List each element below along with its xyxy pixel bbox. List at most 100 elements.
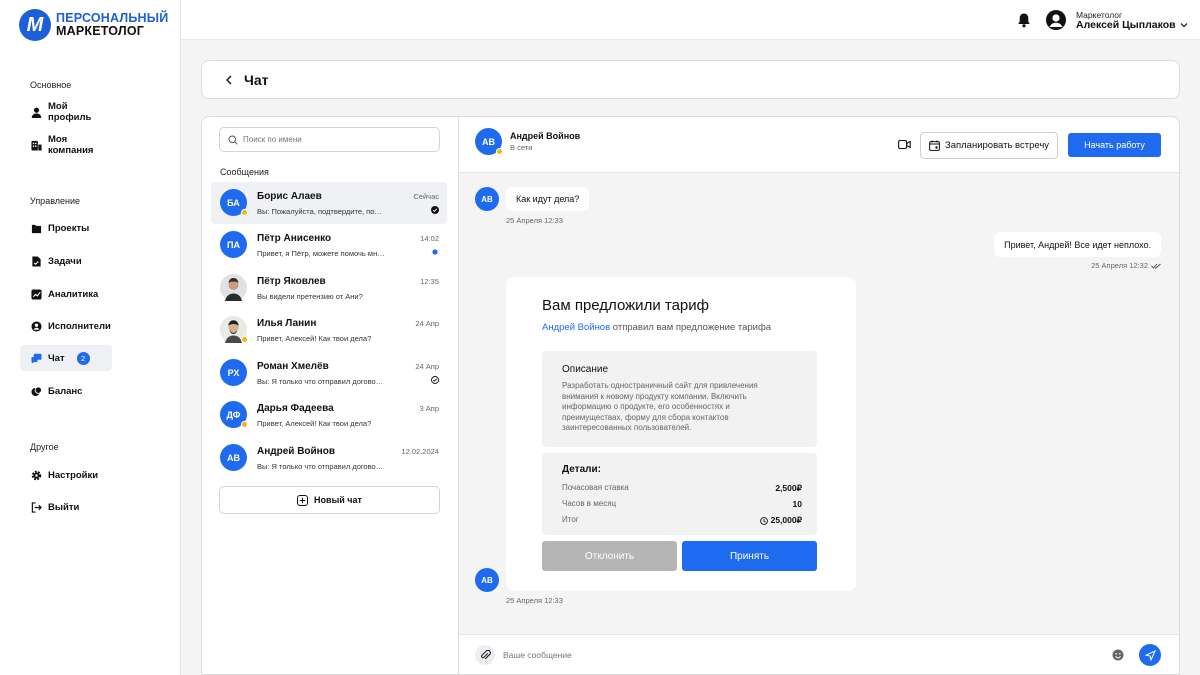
new-chat-label: Новый чат [314, 495, 362, 505]
sent-check-icon [431, 376, 439, 384]
conversation-item[interactable]: ПА Пётр Анисенко Привет, я Пётр, можете … [211, 224, 447, 266]
search-input[interactable] [243, 135, 423, 144]
nav-item-projects[interactable]: Проекты [20, 215, 112, 241]
avatar-initials: ДФ [226, 409, 241, 420]
send-button[interactable] [1139, 644, 1161, 666]
back-arrow-icon[interactable] [224, 75, 234, 85]
analytics-icon [31, 288, 42, 300]
conversation-item[interactable]: Илья Ланин Привет, Алексей! Как твои дел… [211, 309, 447, 351]
detail-row: Итог 25,000₽ [562, 515, 802, 525]
conversation-name: Илья Ланин [257, 318, 317, 329]
offer-time: 25 Апреля 12:33 [506, 596, 563, 605]
user-menu[interactable]: Алексей Цыплаков [1076, 19, 1188, 31]
nav-label: Чат [48, 352, 65, 364]
outgoing-message: Привет, Андрей! Все идет неплохо. [994, 232, 1161, 257]
page-title-card: Чат [201, 60, 1180, 99]
new-chat-button[interactable]: Новый чат [219, 486, 440, 514]
nav-section-management: Управление [30, 196, 81, 206]
online-indicator [241, 209, 248, 216]
chevron-down-icon [1180, 23, 1188, 28]
person-photo-icon [220, 274, 247, 301]
conversation-header: АВ Андрей Войнов В сети Запланировать вс… [459, 117, 1179, 173]
search-box[interactable] [219, 127, 440, 152]
schedule-meeting-button[interactable]: Запланировать встречу [920, 132, 1058, 159]
detail-value: 10 [792, 499, 802, 509]
conversation-time: 12.02.2024 [401, 447, 439, 456]
offer-sender-link[interactable]: Андрей Войнов [542, 322, 610, 333]
message-time: 25 Апреля 12:33 [506, 216, 563, 225]
logout-icon [31, 501, 42, 513]
conversation-preview: Вы: Я только что отправил договор на под… [257, 377, 385, 386]
message-meta: 25 Апреля 12:32 [1091, 261, 1161, 270]
nav-item-tasks[interactable]: Задачи [20, 248, 112, 274]
nav-section-main: Основное [30, 80, 72, 90]
message-avatar: АВ [475, 187, 499, 211]
message-input[interactable] [503, 647, 1103, 663]
conversation-item[interactable]: БА Борис Алаев Вы: Пожалуйста, подтверди… [211, 182, 447, 224]
conversation-preview: Вы: Пожалуйста, подтвердите, получили ли… [257, 207, 385, 216]
message-text: Как идут дела? [516, 194, 580, 204]
conversation-preview: Вы: Я только что отправил договор на под… [257, 462, 385, 471]
offer-description-box: Описание Разработать одностраничный сайт… [542, 351, 817, 447]
conversation-name: Пётр Анисенко [257, 233, 332, 244]
avatar-initials: АВ [481, 194, 493, 204]
avatar: БА [220, 189, 248, 216]
nav-label: Исполнители [48, 320, 111, 332]
plus-square-icon [297, 494, 309, 506]
avatar-initials: АВ [481, 575, 493, 585]
nav-item-chat[interactable]: Чат 2 [20, 345, 112, 371]
total-value: 25,000₽ [770, 515, 802, 525]
online-indicator [241, 336, 248, 343]
contact-avatar: АВ [475, 128, 503, 155]
search-icon [228, 135, 238, 145]
incoming-message: Как идут дела? [506, 187, 590, 211]
schedule-label: Запланировать встречу [944, 140, 1050, 151]
accept-button[interactable]: Принять [682, 541, 817, 571]
emoji-icon[interactable] [1112, 649, 1124, 661]
nav-item-profile[interactable]: Мой профиль [20, 99, 112, 125]
conversation-panel: АВ Андрей Войнов В сети Запланировать вс… [458, 116, 1180, 675]
user-avatar[interactable] [1046, 10, 1066, 30]
chat-list-panel: Сообщения БА Борис Алаев Вы: Пожалуйста,… [201, 116, 458, 675]
start-work-button[interactable]: Начать работу [1068, 133, 1161, 157]
nav-item-company[interactable]: Моя компания [20, 132, 112, 158]
nav-item-balance[interactable]: Баланс [20, 378, 112, 404]
avatar-initials: АВ [227, 452, 240, 463]
bell-icon[interactable] [1017, 12, 1031, 28]
page-title: Чат [244, 71, 269, 88]
nav-label: Баланс [48, 385, 83, 397]
nav-item-logout[interactable]: Выйти [20, 494, 112, 520]
conversation-name: Борис Алаев [257, 191, 322, 202]
attach-button[interactable] [475, 645, 495, 665]
message-text: Привет, Андрей! Все идет неплохо. [1004, 239, 1151, 250]
balance-icon [31, 385, 42, 396]
nav-item-performers[interactable]: Исполнители [20, 313, 112, 339]
conversation-item[interactable]: АВ Андрей Войнов Вы: Я только что отправ… [211, 437, 447, 479]
brand-logo[interactable]: M ПЕРСОНАЛЬНЫЙ МАРКЕТОЛОГ [19, 9, 168, 41]
avatar: ДФ [220, 401, 248, 428]
conversation-time: Сейчас [413, 192, 439, 201]
contact-name: Андрей Войнов [510, 131, 581, 141]
conversation-item[interactable]: ДФ Дарья Фадеева Привет, Алексей! Как тв… [211, 394, 447, 436]
avatar-photo [220, 316, 248, 343]
tariff-offer-card: Вам предложили тариф Андрей Войнов отпра… [506, 277, 856, 591]
conversation-preview: Привет, Алексей! Как твои дела? [257, 419, 372, 428]
decline-button[interactable]: Отклонить [542, 541, 677, 571]
clock-icon [759, 516, 768, 525]
detail-row: Почасовая ставка 2,500₽ [562, 483, 802, 493]
description-title: Описание [562, 364, 609, 375]
avatar-initials: АВ [482, 136, 495, 147]
conversation-preview: Привет, я Пётр, можете помочь мне с прое… [257, 249, 385, 258]
avatar: ПА [220, 231, 247, 258]
conversation-item[interactable]: РХ Роман Хмелёв Вы: Я только что отправи… [211, 352, 447, 394]
conversation-name: Пётр Яковлев [257, 276, 326, 287]
nav-item-settings[interactable]: Настройки [20, 462, 112, 488]
message-composer [459, 634, 1179, 674]
avatar: РХ [220, 359, 247, 386]
top-header: Маркетолог Алексей Цыплаков [181, 0, 1200, 40]
conversation-item[interactable]: Пётр Яковлев Вы видели претензию от Ани?… [211, 267, 447, 309]
nav-item-analytics[interactable]: Аналитика [20, 281, 112, 307]
video-call-icon[interactable] [898, 139, 911, 150]
read-check-icon [431, 206, 439, 214]
message-time: 25 Апреля 12:32 [1091, 261, 1148, 270]
